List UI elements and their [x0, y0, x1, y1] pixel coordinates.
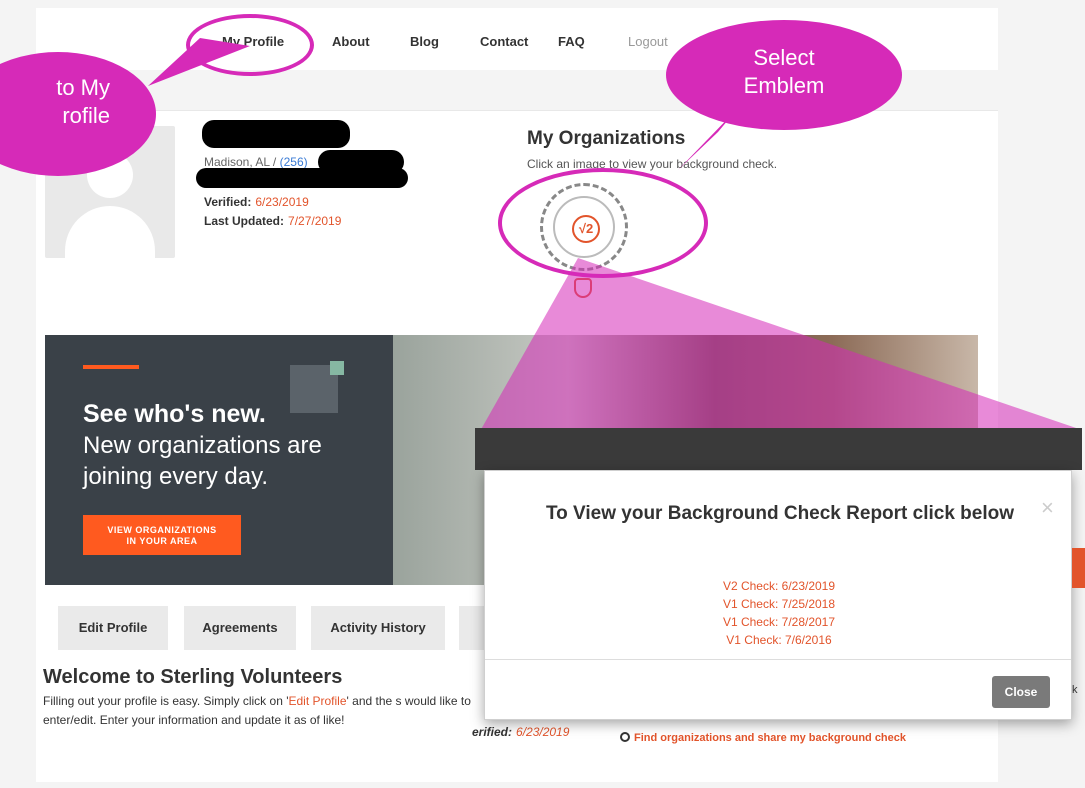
close-icon[interactable]: × — [1041, 495, 1054, 521]
check-item[interactable]: V1 Check: 7/6/2016 — [485, 631, 1073, 649]
highlight-ring-my-profile — [186, 14, 314, 76]
callout-wedge — [475, 258, 1082, 440]
background-check-modal: To View your Background Check Report cli… — [484, 470, 1072, 720]
modal-title: To View your Background Check Report cli… — [545, 503, 1015, 524]
page: My Profile About Blog Contact FAQ Logout… — [0, 0, 1085, 788]
side-orange-edge — [1072, 548, 1085, 588]
check-item[interactable]: V1 Check: 7/28/2017 — [485, 613, 1073, 631]
check-list: V2 Check: 6/23/2019 V1 Check: 7/25/2018 … — [485, 577, 1073, 649]
modal-divider — [485, 659, 1071, 660]
highlight-ring-emblem — [498, 168, 708, 278]
close-button[interactable]: Close — [992, 676, 1050, 708]
check-item[interactable]: V2 Check: 6/23/2019 — [485, 577, 1073, 595]
check-item[interactable]: V1 Check: 7/25/2018 — [485, 595, 1073, 613]
callout-bubble-emblem: Select Emblem — [666, 20, 902, 130]
side-partial-text: k — [1072, 684, 1078, 696]
modal-backdrop-strip — [475, 428, 1082, 470]
